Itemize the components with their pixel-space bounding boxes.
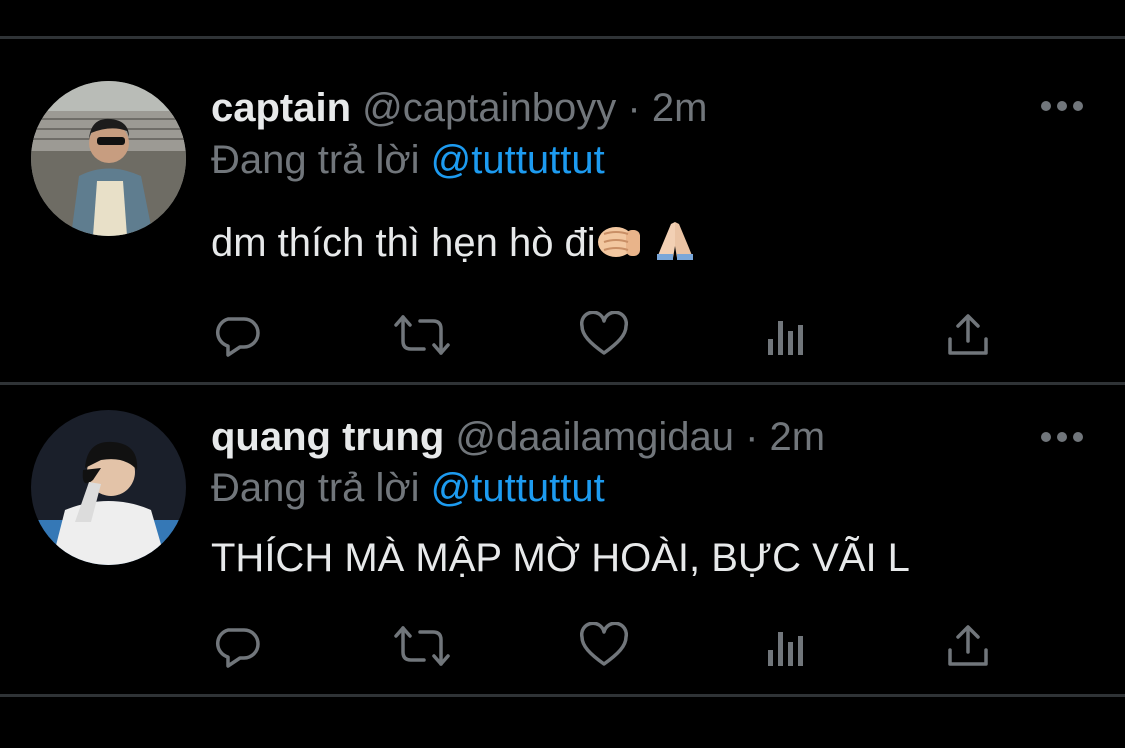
tweet[interactable]: quang trung @daailamgidau · 2m Đang trả … [0,385,1125,695]
separator: · [627,86,641,130]
more-options-icon[interactable] [1040,427,1084,447]
display-name[interactable]: captain [211,86,351,130]
avatar[interactable] [31,410,186,565]
mention-link[interactable]: @tuttuttut [431,466,605,510]
replying-to-label: Đang trả lời [211,138,420,182]
bottom-divider [0,694,1125,697]
more-options-icon[interactable] [1040,96,1084,116]
reply-icon[interactable] [214,622,262,670]
analytics-icon[interactable] [764,622,812,670]
tweet[interactable]: captain @captainboyy · 2m Đang trả lời @… [0,39,1125,383]
timestamp[interactable]: 2m [652,86,708,130]
folded-hands-emoji [653,218,697,274]
share-icon[interactable] [944,622,992,670]
like-icon[interactable] [580,622,628,670]
fist-bump-emoji [596,220,642,274]
timestamp[interactable]: 2m [770,415,826,459]
tweet-header: quang trung @daailamgidau · 2m [211,412,825,462]
retweet-icon[interactable] [394,622,450,670]
retweet-icon[interactable] [394,311,450,359]
separator: · [745,415,759,459]
display-name[interactable]: quang trung [211,415,444,459]
tweet-header: captain @captainboyy · 2m [211,83,707,133]
user-handle[interactable]: @daailamgidau [455,415,734,459]
tweet-text-content: dm thích thì hẹn hò đi [211,221,596,265]
tweet-text: dm thích thì hẹn hò đi [211,218,697,274]
tweet-text: THÍCH MÀ MẬP MỜ HOÀI, BỰC VÃI L [211,536,910,580]
replying-to: Đang trả lời @tuttuttut [211,135,605,185]
like-icon[interactable] [580,311,628,359]
replying-to: Đang trả lời @tuttuttut [211,463,605,513]
user-handle[interactable]: @captainboyy [362,86,616,130]
avatar[interactable] [31,81,186,236]
replying-to-label: Đang trả lời [211,466,420,510]
analytics-icon[interactable] [764,311,812,359]
reply-icon[interactable] [214,311,262,359]
share-icon[interactable] [944,311,992,359]
mention-link[interactable]: @tuttuttut [431,138,605,182]
